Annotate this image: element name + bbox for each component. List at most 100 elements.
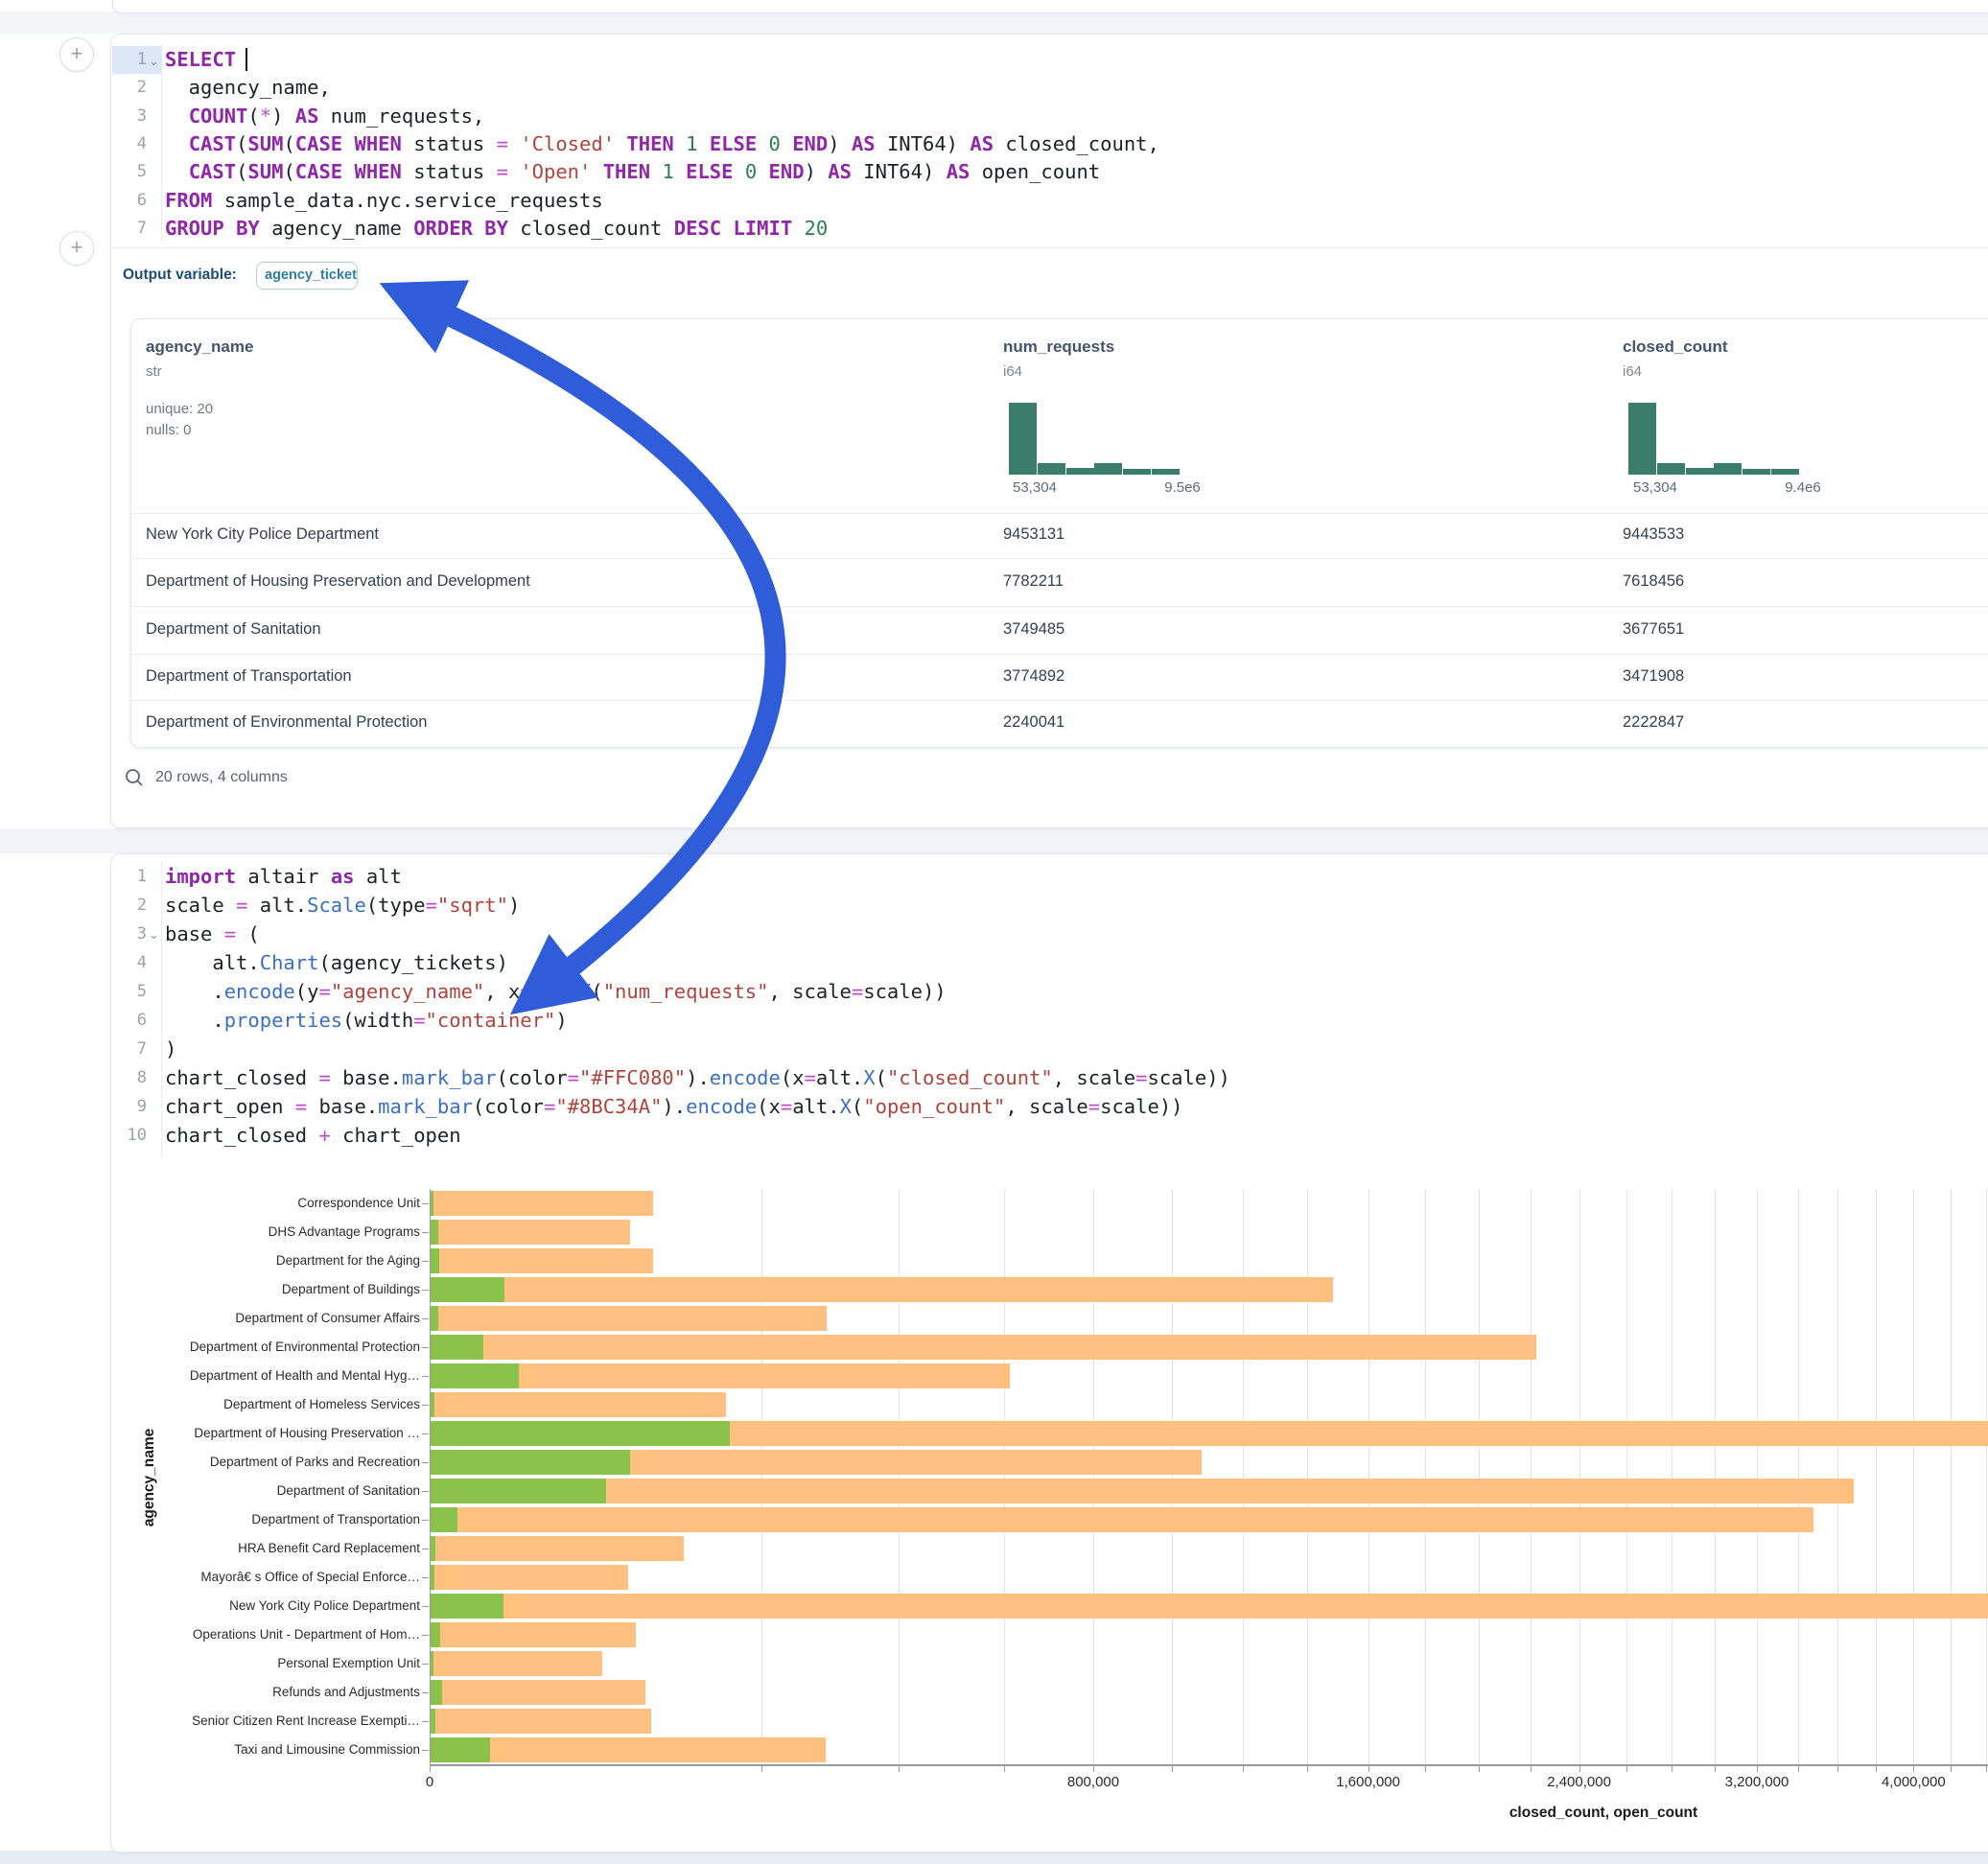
y-axis-tick — [422, 1692, 429, 1693]
column-type-agency-name: str — [146, 363, 162, 380]
code-token-kw: WHEN — [355, 132, 402, 155]
line-number: 8 — [112, 1065, 147, 1090]
code-token-pl — [650, 160, 662, 183]
code-line[interactable]: SELECT — [165, 47, 247, 72]
table-row-num-requests[interactable]: 2240041 — [1003, 713, 1064, 732]
x-axis-tick — [1093, 1766, 1094, 1772]
bar-closed_count — [431, 1709, 651, 1734]
code-line[interactable]: FROM sample_data.nyc.service_requests — [165, 188, 603, 213]
code-token-kw: DESC — [674, 217, 721, 240]
sql-collapse-chevron-icon[interactable]: ⌄ — [149, 55, 159, 67]
table-row-agency-name[interactable]: Department of Transportation — [146, 667, 352, 686]
sql-gutter-separator — [161, 43, 162, 242]
y-axis-label: Department of Housing Preservation … — [153, 1426, 420, 1440]
code-token-pl — [757, 160, 768, 183]
code-token-op: = — [413, 1009, 425, 1032]
code-token-pl — [615, 132, 626, 155]
table-row-closed-count[interactable]: 9443533 — [1623, 525, 1684, 544]
code-line[interactable]: .encode(y="agency_name", x=alt.X("num_re… — [165, 979, 947, 1004]
code-line[interactable]: chart_open = base.mark_bar(color="#8BC34… — [165, 1094, 1183, 1119]
x-axis-tick — [430, 1766, 431, 1772]
code-line[interactable]: import altair as alt — [165, 864, 402, 889]
gridline — [1837, 1189, 1838, 1764]
code-line[interactable]: chart_closed + chart_open — [165, 1123, 461, 1148]
y-axis-tick — [422, 1433, 429, 1434]
code-token-pl: sample_data.nyc.service_requests — [212, 189, 602, 212]
bar-closed_count — [431, 1565, 628, 1590]
y-axis-tick — [422, 1462, 429, 1463]
code-token-kw: COUNT — [189, 105, 248, 128]
table-row-agency-name[interactable]: Department of Environmental Protection — [146, 713, 427, 732]
code-line[interactable]: COUNT(*) AS num_requests, — [165, 104, 484, 128]
code-line[interactable]: agency_name, — [165, 75, 331, 100]
code-token-pl: (y — [295, 980, 319, 1003]
gridline — [1951, 1189, 1952, 1764]
y-axis-tick — [422, 1606, 429, 1607]
row-divider — [130, 606, 1988, 607]
line-number: 5 — [112, 979, 147, 1004]
code-token-pl: ) — [165, 1037, 176, 1060]
add-cell-button-middle[interactable]: + — [59, 231, 94, 266]
x-axis-tick — [1715, 1766, 1716, 1772]
python-collapse-chevron-icon[interactable]: ⌄ — [149, 928, 159, 941]
x-axis-tick-label: 4,000,000 — [1846, 1774, 1980, 1790]
column-header-agency-name[interactable]: agency_name — [146, 338, 253, 357]
code-token-pl: , x — [484, 980, 520, 1003]
code-token-kw: THEN — [626, 132, 673, 155]
table-row-num-requests[interactable]: 3749485 — [1003, 620, 1064, 639]
histogram-bar — [1066, 468, 1094, 475]
code-line[interactable]: base = ( — [165, 921, 260, 946]
code-token-pl: ) — [508, 894, 520, 917]
code-line[interactable]: alt.Chart(agency_tickets) — [165, 950, 508, 975]
code-token-pl: ( — [591, 980, 602, 1003]
table-row-num-requests[interactable]: 7782211 — [1003, 572, 1064, 591]
code-line[interactable]: GROUP BY agency_name ORDER BY closed_cou… — [165, 216, 828, 241]
code-line[interactable]: CAST(SUM(CASE WHEN status = 'Closed' THE… — [165, 131, 1159, 156]
code-token-pl: (x — [757, 1095, 781, 1118]
code-token-pl: agency_name, — [165, 76, 331, 99]
search-icon[interactable] — [124, 767, 145, 788]
histogram-bar — [1657, 463, 1685, 475]
code-line[interactable]: CAST(SUM(CASE WHEN status = 'Open' THEN … — [165, 159, 1100, 184]
x-axis-tick — [761, 1766, 762, 1772]
bar-open_count — [431, 1248, 439, 1273]
y-axis-label: New York City Police Department — [153, 1598, 420, 1613]
code-line[interactable]: chart_closed = base.mark_bar(color="#FFC… — [165, 1065, 1230, 1090]
gridline — [1531, 1189, 1532, 1764]
code-token-pl — [165, 132, 189, 155]
bar-open_count — [431, 1306, 438, 1331]
table-row-closed-count[interactable]: 2222847 — [1623, 713, 1684, 732]
code-token-pl: (color — [473, 1095, 544, 1118]
code-line[interactable]: scale = alt.Scale(type="sqrt") — [165, 893, 520, 918]
bar-open_count — [431, 1565, 434, 1590]
table-row-agency-name[interactable]: New York City Police Department — [146, 525, 379, 544]
table-row-agency-name[interactable]: Department of Sanitation — [146, 620, 321, 639]
code-token-kw: BY — [236, 217, 260, 240]
output-variable-pill[interactable]: agency_tickets — [256, 262, 358, 290]
table-row-closed-count[interactable]: 3471908 — [1623, 667, 1684, 686]
column-header-num-requests[interactable]: num_requests — [1003, 338, 1114, 357]
code-line[interactable]: ) — [165, 1037, 176, 1061]
add-cell-button-top[interactable]: + — [59, 37, 94, 72]
bar-open_count — [431, 1277, 504, 1302]
code-token-str: "#8BC34A" — [555, 1095, 662, 1118]
table-row-num-requests[interactable]: 3774892 — [1003, 667, 1064, 686]
y-axis-tick — [422, 1577, 429, 1578]
code-token-str: 'Open' — [520, 160, 591, 183]
code-token-str: "open_count" — [863, 1095, 1005, 1118]
code-token-pl: base — [165, 922, 224, 945]
sql-output-divider — [111, 247, 1988, 248]
code-line[interactable]: .properties(width="container") — [165, 1008, 568, 1033]
code-token-pl: scale — [165, 894, 236, 917]
histogram-bar — [1094, 463, 1122, 475]
output-variable-value: agency_tickets — [257, 263, 357, 283]
table-row-closed-count[interactable]: 7618456 — [1623, 572, 1684, 591]
code-token-kw: AS — [970, 132, 994, 155]
table-row-num-requests[interactable]: 9453131 — [1003, 525, 1064, 544]
table-row-closed-count[interactable]: 3677651 — [1623, 620, 1684, 639]
table-row-agency-name[interactable]: Department of Housing Preservation and D… — [146, 572, 530, 591]
code-token-pl: (x — [781, 1066, 805, 1089]
cell-gap-middle — [0, 828, 1988, 853]
column-header-closed-count[interactable]: closed_count — [1623, 338, 1728, 357]
code-token-pl: altair — [236, 865, 331, 888]
